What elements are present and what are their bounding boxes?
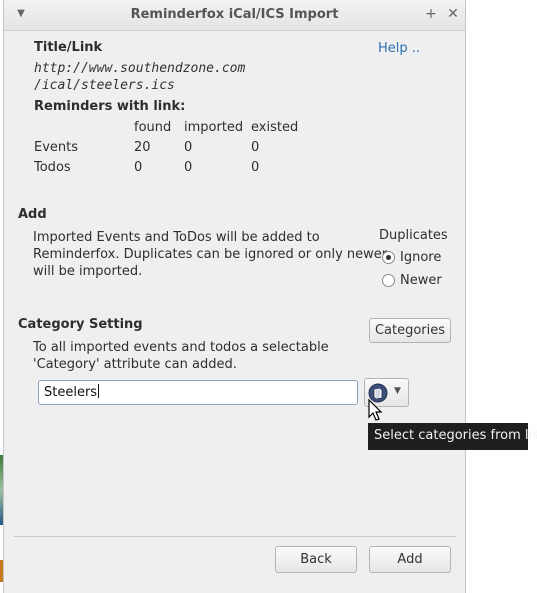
reminders-heading: Reminders with link: bbox=[34, 99, 186, 114]
events-imported: 0 bbox=[184, 140, 193, 155]
footer-separator bbox=[14, 536, 456, 537]
events-found: 20 bbox=[134, 140, 151, 155]
window-title: Reminderfox iCal/ICS Import bbox=[130, 7, 339, 22]
text-caret bbox=[98, 384, 100, 398]
category-heading: Category Setting bbox=[18, 317, 143, 332]
newer-radio-label[interactable]: Newer bbox=[400, 273, 442, 288]
close-icon[interactable]: ✕ bbox=[444, 5, 462, 23]
back-button[interactable]: Back bbox=[275, 546, 357, 573]
ignore-radio-label[interactable]: Ignore bbox=[400, 250, 441, 265]
categories-button[interactable]: Categories bbox=[369, 318, 451, 343]
add-description-line-1: Imported Events and ToDos will be added … bbox=[33, 230, 320, 245]
category-description-line-2: 'Category' attribute can added. bbox=[33, 357, 237, 372]
duplicates-label: Duplicates bbox=[379, 228, 448, 243]
chevron-down-icon: ▼ bbox=[394, 386, 401, 396]
url-line-2: /ical/steelers.ics bbox=[34, 78, 175, 93]
row-events-label: Events bbox=[34, 140, 79, 155]
column-existed: existed bbox=[251, 120, 299, 135]
add-button[interactable]: Add bbox=[369, 546, 451, 573]
title-link-heading: Title/Link bbox=[34, 40, 103, 55]
categories-tooltip: Select categories from list bbox=[368, 423, 537, 450]
category-input-value: Steelers bbox=[44, 385, 98, 400]
add-heading: Add bbox=[18, 207, 47, 222]
maximize-icon[interactable]: + bbox=[422, 5, 440, 23]
url-line-1: http://www.southendzone.com bbox=[34, 61, 246, 76]
import-dialog: ▼ Reminderfox iCal/ICS Import + ✕ Title/… bbox=[3, 0, 466, 593]
category-input[interactable]: Steelers bbox=[38, 380, 358, 405]
mouse-pointer-icon bbox=[368, 399, 383, 421]
column-found: found bbox=[134, 120, 172, 135]
todos-existed: 0 bbox=[251, 160, 260, 175]
column-imported: imported bbox=[184, 120, 244, 135]
row-todos-label: Todos bbox=[34, 160, 71, 175]
events-existed: 0 bbox=[251, 140, 260, 155]
todos-imported: 0 bbox=[184, 160, 193, 175]
ignore-radio[interactable] bbox=[382, 251, 395, 264]
add-description-line-3: will be imported. bbox=[33, 264, 143, 279]
category-description-line-1: To all imported events and todos a selec… bbox=[33, 340, 329, 355]
title-bar: ▼ Reminderfox iCal/ICS Import + ✕ bbox=[4, 0, 465, 31]
help-link[interactable]: Help .. bbox=[378, 41, 420, 56]
newer-radio[interactable] bbox=[382, 274, 395, 287]
add-description-line-2: Reminderfox. Duplicates can be ignored o… bbox=[33, 247, 388, 262]
todos-found: 0 bbox=[134, 160, 143, 175]
